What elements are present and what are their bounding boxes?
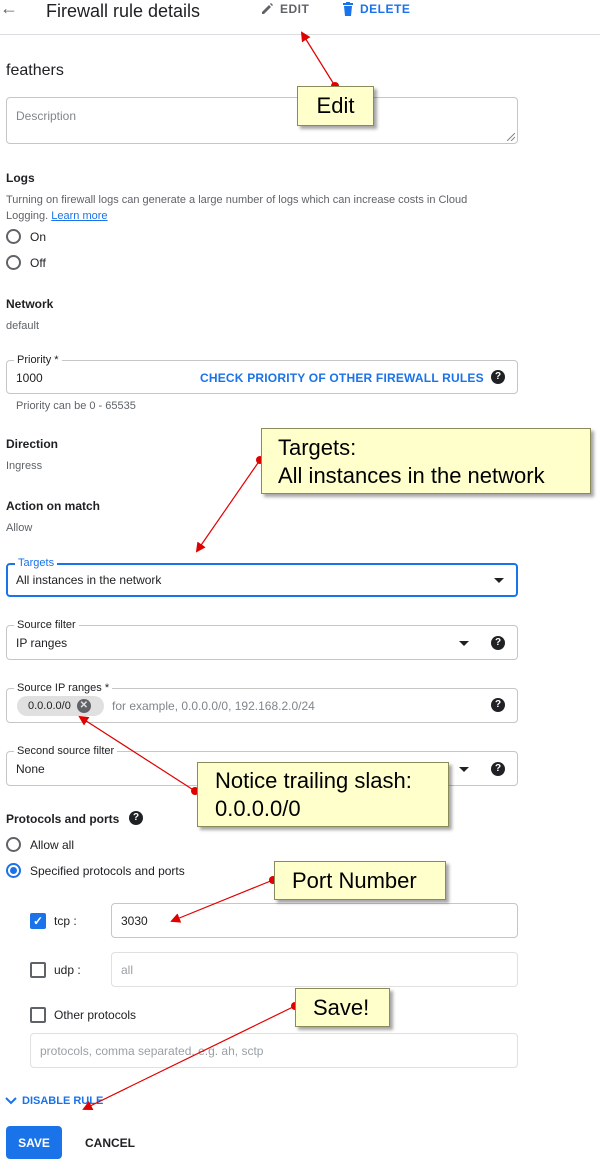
- remove-chip-icon[interactable]: ✕: [76, 699, 91, 713]
- save-callout-text: Save!: [313, 995, 370, 1020]
- source-ip-ranges-field[interactable]: Source IP ranges * 0.0.0.0/0 ✕ for examp…: [6, 681, 518, 723]
- port-number-callout: Port Number: [274, 861, 446, 900]
- cancel-label: CANCEL: [85, 1135, 135, 1150]
- cancel-button[interactable]: CANCEL: [76, 1126, 144, 1159]
- logs-help-text: Turning on firewall logs can generate a …: [6, 192, 526, 224]
- other-protocols-input[interactable]: protocols, comma separated, e.g. ah, sct…: [30, 1033, 518, 1068]
- source-filter-select[interactable]: Source filter IP ranges ?: [6, 618, 518, 660]
- trash-icon: [343, 2, 353, 16]
- learn-more-link[interactable]: Learn more: [51, 210, 107, 222]
- edit-callout-text: Edit: [316, 93, 355, 118]
- port-number-callout-text: Port Number: [292, 868, 417, 893]
- logs-on-radio[interactable]: [6, 229, 21, 244]
- edit-callout: Edit: [297, 86, 374, 126]
- second-source-filter-value: None: [16, 762, 45, 776]
- top-bar: ← Firewall rule details EDIT DELETE: [0, 0, 600, 35]
- second-source-filter-label: Second source filter: [14, 744, 118, 758]
- targets-callout-line-2: All instances in the network: [278, 463, 545, 488]
- udp-label: udp :: [54, 963, 81, 977]
- udp-ports-placeholder: all: [121, 963, 134, 977]
- logs-help-line-2: Logging. Learn more: [6, 208, 526, 224]
- source-ip-ranges-label: Source IP ranges *: [14, 681, 113, 695]
- logs-on-label: On: [30, 230, 47, 244]
- edit-label: EDIT: [280, 2, 310, 16]
- check-priority-link[interactable]: CHECK PRIORITY OF OTHER FIREWALL RULES: [200, 371, 484, 385]
- trailing-slash-callout-line-2: 0.0.0.0/0: [215, 796, 301, 821]
- priority-hint: Priority can be 0 - 65535: [16, 400, 136, 412]
- pencil-icon: [262, 3, 273, 14]
- save-label: SAVE: [18, 1135, 50, 1150]
- disable-rule-toggle[interactable]: DISABLE RULE: [4, 1095, 103, 1107]
- priority-help-icon[interactable]: ?: [491, 370, 505, 384]
- second-source-filter-help-icon[interactable]: ?: [491, 762, 505, 776]
- targets-arrow: [195, 459, 261, 553]
- ip-range-chip: 0.0.0.0/0 ✕: [17, 696, 104, 716]
- description-field[interactable]: Description: [6, 97, 518, 144]
- direction-label: Direction: [6, 437, 59, 451]
- priority-value: 1000: [16, 371, 43, 385]
- delete-button[interactable]: DELETE: [342, 2, 410, 16]
- action-value: Allow: [6, 522, 33, 534]
- protocols-help-icon[interactable]: ?: [129, 811, 143, 825]
- logs-off-radio[interactable]: [6, 255, 21, 270]
- other-protocols-label: Other protocols: [54, 1008, 137, 1022]
- source-filter-help-icon[interactable]: ?: [491, 636, 505, 650]
- other-protocols-placeholder: protocols, comma separated, e.g. ah, sct…: [40, 1044, 264, 1058]
- tcp-label: tcp :: [54, 914, 77, 928]
- allow-all-radio[interactable]: [6, 837, 21, 852]
- disable-rule-label: DISABLE RULE: [22, 1095, 104, 1107]
- network-value: default: [6, 320, 40, 332]
- save-button[interactable]: SAVE: [6, 1126, 62, 1159]
- source-ip-help-icon[interactable]: ?: [491, 698, 505, 712]
- protocols-label: Protocols and ports: [6, 812, 120, 826]
- priority-field[interactable]: Priority * 1000 CHECK PRIORITY OF OTHER …: [6, 353, 518, 394]
- arrow-back-icon[interactable]: ←: [0, 0, 18, 19]
- source-filter-value: IP ranges: [16, 636, 68, 650]
- targets-callout-line-1: Targets:: [278, 435, 357, 460]
- logs-label: Logs: [6, 171, 35, 185]
- delete-label: DELETE: [360, 2, 411, 16]
- udp-ports-input[interactable]: all: [111, 952, 518, 987]
- specified-protocols-label: Specified protocols and ports: [30, 864, 185, 878]
- source-ip-placeholder: for example, 0.0.0.0/0, 192.168.2.0/24: [112, 699, 315, 713]
- logs-off-label: Off: [30, 256, 46, 270]
- other-protocols-checkbox[interactable]: [30, 1007, 46, 1023]
- description-placeholder: Description: [16, 109, 77, 123]
- trailing-slash-callout: Notice trailing slash: 0.0.0.0/0: [197, 762, 449, 827]
- udp-checkbox[interactable]: [30, 962, 46, 978]
- tcp-ports-input[interactable]: 3030: [111, 903, 518, 938]
- resize-handle-icon[interactable]: [507, 133, 515, 141]
- targets-value: All instances in the network: [16, 573, 162, 587]
- ip-range-chip-text: 0.0.0.0/0: [28, 700, 71, 712]
- network-label: Network: [6, 297, 54, 311]
- edit-arrow: [300, 31, 336, 87]
- direction-value: Ingress: [6, 460, 43, 472]
- targets-dropdown-icon: [494, 578, 504, 583]
- specified-protocols-radio[interactable]: [6, 863, 21, 878]
- action-label: Action on match: [6, 499, 101, 513]
- second-source-filter-dropdown-icon: [459, 767, 469, 772]
- targets-label: Targets: [15, 556, 58, 570]
- logs-help-line-1: Turning on firewall logs can generate a …: [6, 194, 468, 206]
- priority-label: Priority *: [14, 353, 62, 367]
- targets-callout: Targets: All instances in the network: [261, 428, 591, 494]
- save-callout: Save!: [295, 988, 390, 1027]
- tcp-ports-value: 3030: [121, 914, 148, 928]
- tcp-checkbox[interactable]: ✓: [30, 913, 46, 929]
- allow-all-label: Allow all: [30, 838, 75, 852]
- source-filter-dropdown-icon: [459, 641, 469, 646]
- logs-help-line-2-text: Logging.: [6, 210, 49, 222]
- source-filter-label: Source filter: [14, 618, 79, 632]
- trailing-slash-callout-line-1: Notice trailing slash:: [215, 768, 412, 793]
- edit-button[interactable]: EDIT: [260, 2, 309, 16]
- rule-name: feathers: [6, 62, 64, 79]
- page-title: Firewall rule details: [46, 1, 201, 21]
- targets-select[interactable]: Targets All instances in the network: [6, 556, 518, 597]
- chevron-down-icon: [5, 1097, 17, 1105]
